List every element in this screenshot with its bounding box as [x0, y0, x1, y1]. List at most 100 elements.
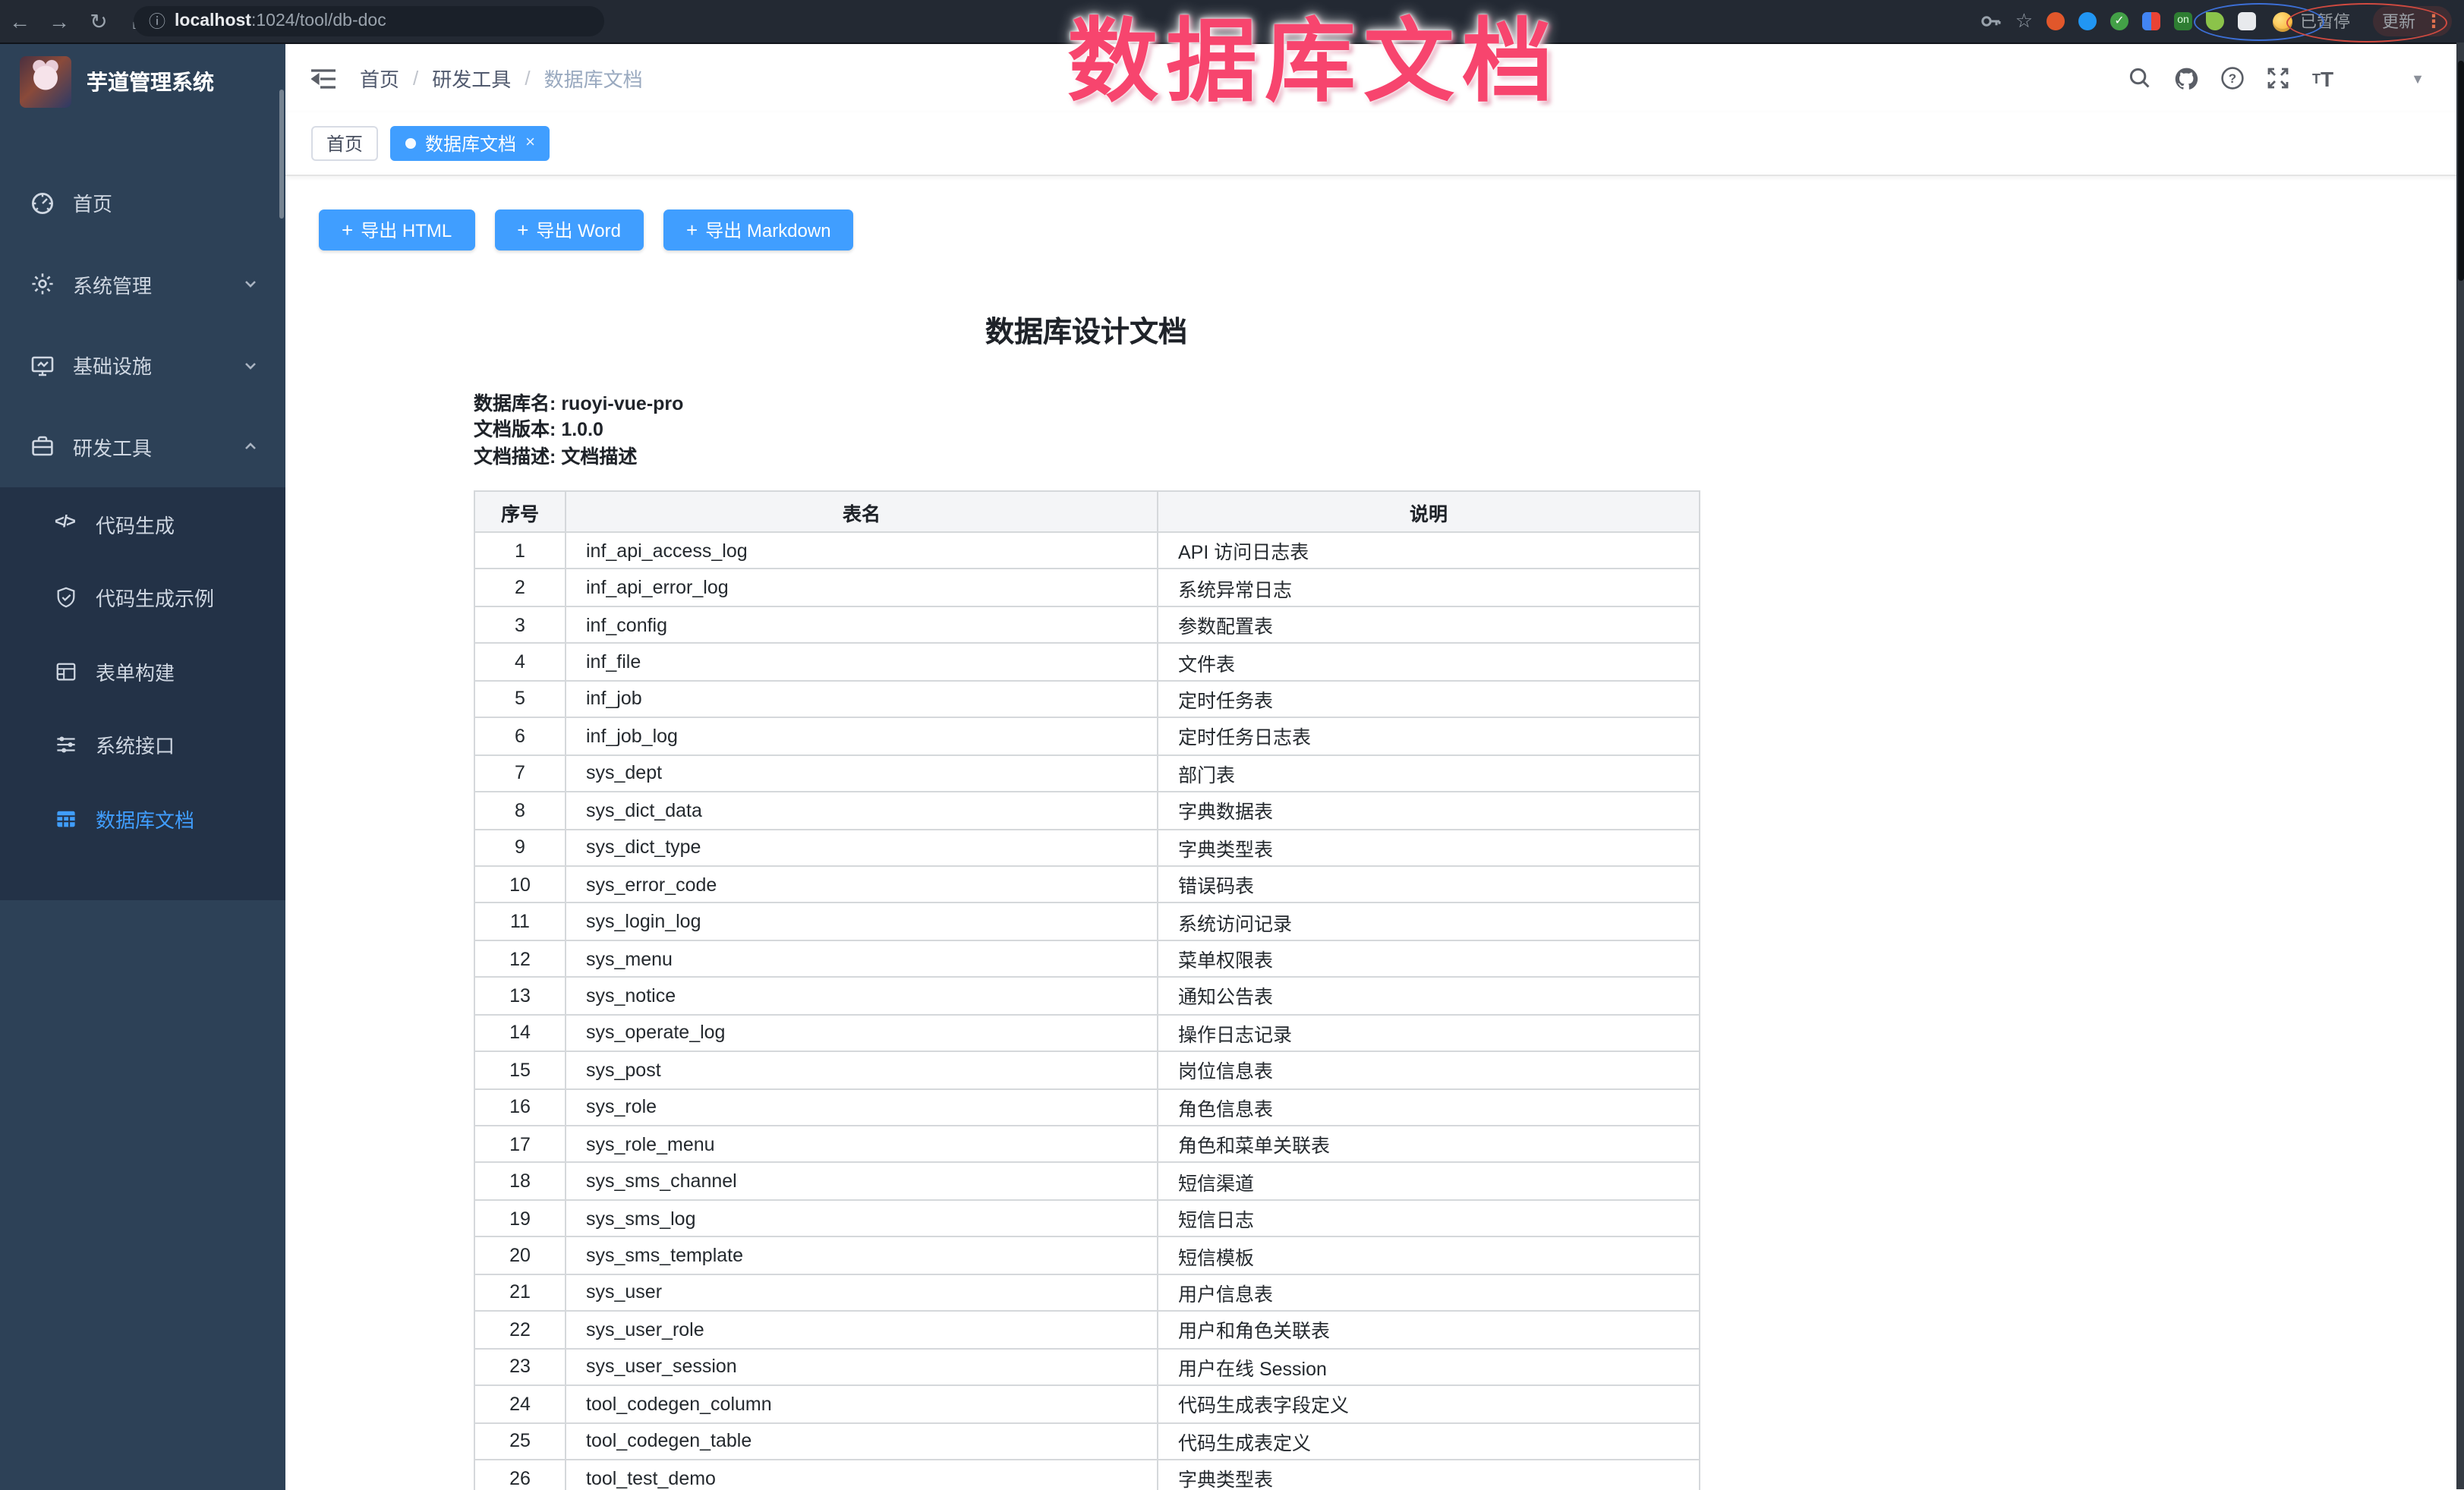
font-size-icon[interactable]: TT [2312, 66, 2333, 90]
collapse-menu-icon[interactable] [311, 68, 336, 89]
site-info-icon[interactable]: ⓘ [149, 9, 165, 33]
sidebar-item-system-api[interactable]: 系统接口 [0, 708, 285, 782]
browser-toolbar: ← → ↻ ⌂ ⓘ localhost:1024/tool/db-doc ☆ ✓… [0, 0, 2464, 44]
table-name-link[interactable]: sys_dict_data [566, 792, 1158, 829]
table-name-link[interactable]: sys_user [566, 1274, 1158, 1312]
browser-update-chip[interactable]: 更新 ⋮ [2373, 6, 2452, 36]
profile-chip[interactable]: 已暂停 [2270, 8, 2359, 35]
sidebar-item-form-builder[interactable]: 表单构建 [0, 635, 285, 708]
password-key-icon[interactable] [1980, 11, 2002, 32]
github-icon[interactable] [2174, 66, 2198, 90]
table-name-link[interactable]: inf_job [566, 681, 1158, 718]
table-name-link[interactable]: tool_codegen_column [566, 1385, 1158, 1422]
table-name-link[interactable]: inf_api_error_log [566, 569, 1158, 606]
sidebar-item-home[interactable]: 首页 [0, 162, 285, 244]
extensions-puzzle-icon[interactable] [2238, 12, 2256, 30]
extension-check-icon[interactable]: ✓ [2110, 12, 2128, 30]
back-icon[interactable]: ← [0, 0, 39, 43]
row-index: 5 [474, 681, 566, 718]
tables-index-table: 序号 表名 说明 1 inf_api_access_log API 访问日志表 … [474, 490, 1700, 1490]
extension-leaf-icon[interactable] [2206, 12, 2224, 30]
extension-icon[interactable] [2078, 12, 2097, 30]
table-name-link[interactable]: tool_test_demo [566, 1460, 1158, 1490]
user-menu-caret-icon[interactable]: ▼ [2411, 71, 2425, 86]
app-logo-row[interactable]: 芋道管理系统 [0, 44, 285, 120]
extension-on-icon[interactable]: on [2174, 12, 2192, 30]
breadcrumb-separator: / [413, 67, 418, 90]
user-avatar[interactable] [2356, 62, 2388, 94]
search-icon[interactable] [2128, 67, 2151, 90]
monitor-icon [30, 354, 55, 378]
help-icon[interactable]: ? [2221, 67, 2244, 90]
tag-label: 数据库文档 [425, 131, 516, 156]
table-name-link[interactable]: sys_user_session [566, 1348, 1158, 1385]
forward-icon[interactable]: → [39, 0, 79, 43]
address-bar[interactable]: ⓘ localhost:1024/tool/db-doc [134, 6, 604, 36]
fullscreen-icon[interactable] [2267, 67, 2289, 90]
table-name-link[interactable]: inf_file [566, 644, 1158, 681]
table-name-link[interactable]: sys_dept [566, 754, 1158, 792]
sidebar-item-system[interactable]: 系统管理 [0, 244, 285, 325]
table-row: 14 sys_operate_log 操作日志记录 [474, 1014, 1700, 1051]
table-row: 23 sys_user_session 用户在线 Session [474, 1348, 1700, 1385]
table-name-link[interactable]: sys_role [566, 1088, 1158, 1126]
table-name-link[interactable]: inf_config [566, 606, 1158, 644]
row-index: 15 [474, 1051, 566, 1088]
export-toolbar: + 导出 HTML + 导出 Word + 导出 Markdown [319, 209, 2464, 250]
breadcrumb-devtools[interactable]: 研发工具 [432, 64, 511, 93]
doc-table-body: 1 inf_api_access_log API 访问日志表 2 inf_api… [474, 532, 1700, 1490]
browser-menu-icon[interactable]: ⋮ [2425, 14, 2443, 29]
page-scrollbar-thumb[interactable] [2457, 61, 2463, 281]
table-name-link[interactable]: sys_menu [566, 940, 1158, 978]
table-name-link[interactable]: sys_sms_template [566, 1237, 1158, 1274]
export-word-button[interactable]: + 导出 Word [494, 209, 644, 250]
table-row: 21 sys_user 用户信息表 [474, 1274, 1700, 1312]
table-name-link[interactable]: sys_dict_type [566, 829, 1158, 866]
table-name-link[interactable]: inf_api_access_log [566, 532, 1158, 569]
table-description: 操作日志记录 [1158, 1014, 1700, 1051]
sidebar-item-codegen[interactable]: </> 代码生成 [0, 487, 285, 561]
sidebar-item-codegen-demo[interactable]: 代码生成示例 [0, 561, 285, 635]
table-name-link[interactable]: tool_codegen_table [566, 1422, 1158, 1460]
table-name-link[interactable]: sys_sms_channel [566, 1163, 1158, 1200]
table-name-link[interactable]: sys_error_code [566, 866, 1158, 903]
table-name-link[interactable]: sys_sms_log [566, 1200, 1158, 1237]
table-description: 用户信息表 [1158, 1274, 1700, 1312]
tag-home[interactable]: 首页 [311, 126, 378, 161]
table-name-link[interactable]: sys_operate_log [566, 1014, 1158, 1051]
sidebar-item-infra[interactable]: 基础设施 [0, 325, 285, 406]
sidebar-item-devtools[interactable]: 研发工具 [0, 406, 285, 487]
extension-icon[interactable] [2047, 12, 2065, 30]
sidebar-scrollbar[interactable] [279, 90, 284, 219]
row-index: 19 [474, 1200, 566, 1237]
table-header-row: 序号 表名 说明 [474, 491, 1700, 532]
table-name-link[interactable]: sys_user_role [566, 1311, 1158, 1348]
page-scrollbar[interactable] [2456, 43, 2464, 1488]
extension-icon[interactable] [2142, 12, 2160, 30]
sidebar-item-db-doc[interactable]: 数据库文档 [0, 782, 285, 855]
button-label: 导出 HTML [361, 216, 452, 242]
breadcrumb-home[interactable]: 首页 [360, 64, 399, 93]
table-name-link[interactable]: inf_job_log [566, 717, 1158, 754]
reload-icon[interactable]: ↻ [79, 0, 118, 43]
row-index: 11 [474, 903, 566, 940]
table-name-link[interactable]: sys_post [566, 1051, 1158, 1088]
table-name-link[interactable]: sys_notice [566, 978, 1158, 1015]
table-name-link[interactable]: sys_login_log [566, 903, 1158, 940]
db-name-value: ruoyi-vue-pro [561, 392, 683, 414]
toolbox-icon [30, 435, 55, 459]
bookmark-star-icon[interactable]: ☆ [2015, 0, 2033, 43]
table-row: 24 tool_codegen_column 代码生成表字段定义 [474, 1385, 1700, 1422]
sidebar-item-label: 系统接口 [96, 731, 175, 760]
doc-desc-value: 文档描述 [561, 446, 637, 467]
table-row: 10 sys_error_code 错误码表 [474, 866, 1700, 903]
tag-db-doc[interactable]: 数据库文档 × [390, 126, 550, 161]
row-index: 3 [474, 606, 566, 644]
tags-view-bar: 首页 数据库文档 × [285, 112, 2464, 175]
page-content: + 导出 HTML + 导出 Word + 导出 Markdown 数据库设计文… [285, 175, 2464, 1490]
export-markdown-button[interactable]: + 导出 Markdown [663, 209, 854, 250]
export-html-button[interactable]: + 导出 HTML [319, 209, 474, 250]
gear-icon [30, 272, 55, 297]
table-name-link[interactable]: sys_role_menu [566, 1126, 1158, 1163]
tag-close-icon[interactable]: × [525, 134, 535, 153]
